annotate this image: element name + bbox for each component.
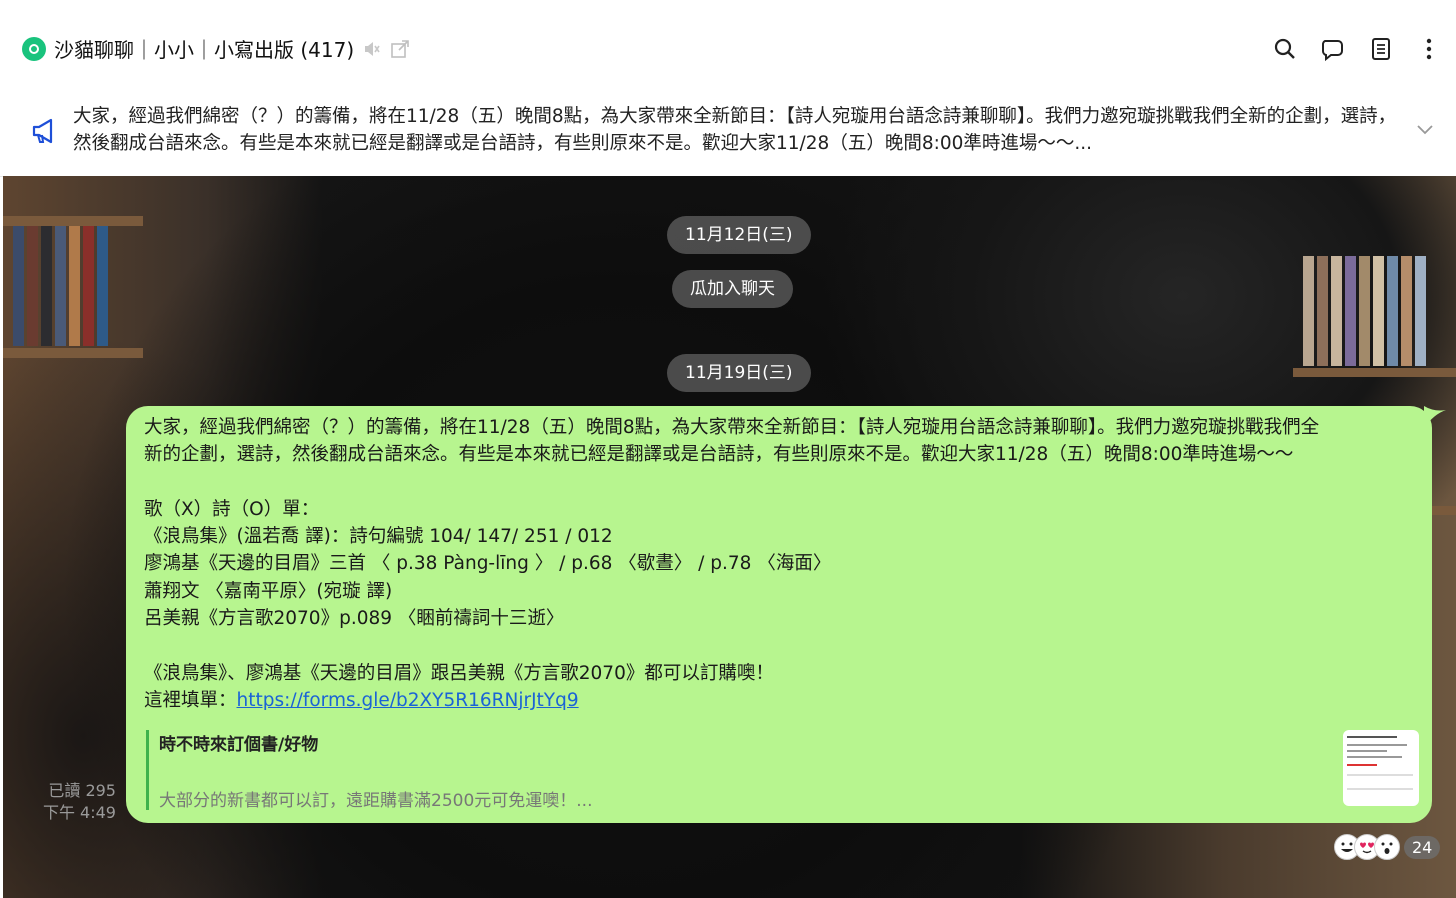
mute-icon [362,39,382,59]
background-shelf [3,348,143,358]
background-book [1345,256,1356,366]
background-book [1415,256,1426,366]
preview-title: 時不時來訂個書/好物 [159,735,319,755]
chat-header: 沙貓聊聊｜小小｜小寫出版 (417) [0,0,1456,96]
thumb-line [1347,736,1397,738]
form-line: 這裡填單：https://forms.gle/b2XY5R16RNjrJtYq9 [144,687,1414,714]
thumb-line [1347,744,1407,746]
background-book [13,226,24,346]
background-book [1373,256,1384,366]
reaction-surprise-icon [1374,834,1400,860]
background-book [97,226,108,346]
title-row: 沙貓聊聊｜小小｜小寫出版 (417) [22,34,410,63]
background-shelf [3,216,143,226]
form-link[interactable]: https://forms.gle/b2XY5R16RNjrJtYq9 [237,690,579,711]
list-item: 蕭翔文 〈嘉南平原〉(宛璇 譯) [144,580,393,602]
group-avatar-icon [22,36,46,61]
thumb-line [1347,774,1413,776]
thumb-line [1347,756,1402,758]
list-item: 《浪鳥集》(溫若喬 譯)：詩句編號 104/ 147/ 251 / 012 [144,526,613,548]
read-count: 已讀 295 [48,781,116,800]
thumb-line [1347,788,1413,790]
reaction-count: 24 [1404,835,1441,859]
link-preview[interactable]: 時不時來訂個書/好物 大部分的新書都可以訂，遠距購書滿2500元可免運噢！... [146,730,1419,811]
system-message: 瓜加入聊天 [672,270,793,308]
preview-description: 大部分的新書都可以訂，遠距購書滿2500元可免運噢！... [159,791,593,811]
announcement-text[interactable]: 大家，經過我們綿密（？）的籌備，將在11/28（五）晚間8點，為大家帶來全新節目… [73,103,1403,157]
megaphone-icon [30,116,60,150]
date-separator: 11月12日(三) [667,216,811,254]
open-external-icon[interactable] [390,39,410,59]
message-meta: 已讀 295 下午 4:49 [43,780,116,824]
background-book [83,226,94,346]
background-book [27,226,38,346]
message-line: 大家，經過我們綿密（？）的籌備，將在11/28（五）晚間8點，為大家帶來全新節目… [144,417,1320,438]
background-book [1317,256,1328,366]
chat-title[interactable]: 沙貓聊聊｜小小｜小寫出版 (417) [54,34,354,63]
search-icon[interactable] [1272,36,1298,62]
list-item: 廖鴻基《天邊的目眉》三首 〈 p.38 Pàng-līng 〉 / p.68 〈… [144,553,832,575]
background-book [1359,256,1370,366]
message-line: 新的企劃，選詩，然後翻成台語來念。有些是本來就已經是翻譯或是台語詩，有些則原來不… [144,444,1294,466]
preview-thumbnail[interactable] [1343,730,1419,806]
header-actions [1272,36,1442,62]
date-separator: 11月19日(三) [667,354,811,392]
more-icon[interactable] [1416,36,1442,62]
notes-icon[interactable] [1368,36,1394,62]
list-item: 呂美親《方言歌2070》p.089 〈睏前禱詞十三逝〉 [144,608,565,630]
reactions[interactable]: 24 [1334,834,1441,860]
background-book [1331,256,1342,366]
background-book [69,226,80,346]
chat-icon[interactable] [1320,36,1346,62]
list-title: 歌（X）詩（O）單： [144,498,320,520]
background-book [41,226,52,346]
background-book [1401,256,1412,366]
message-time: 下午 4:49 [42,803,116,822]
thumb-line [1347,750,1387,752]
order-line: 《浪鳥集》、廖鴻基《天邊的目眉》跟呂美親《方言歌2070》都可以訂購噢！ [144,662,774,684]
chevron-down-icon[interactable] [1416,121,1434,140]
background-book [1387,256,1398,366]
background-book [1303,256,1314,366]
background-shelf [1293,368,1456,377]
background-book [55,226,66,346]
form-label: 這裡填單： [144,689,237,711]
thumb-line [1347,764,1377,766]
